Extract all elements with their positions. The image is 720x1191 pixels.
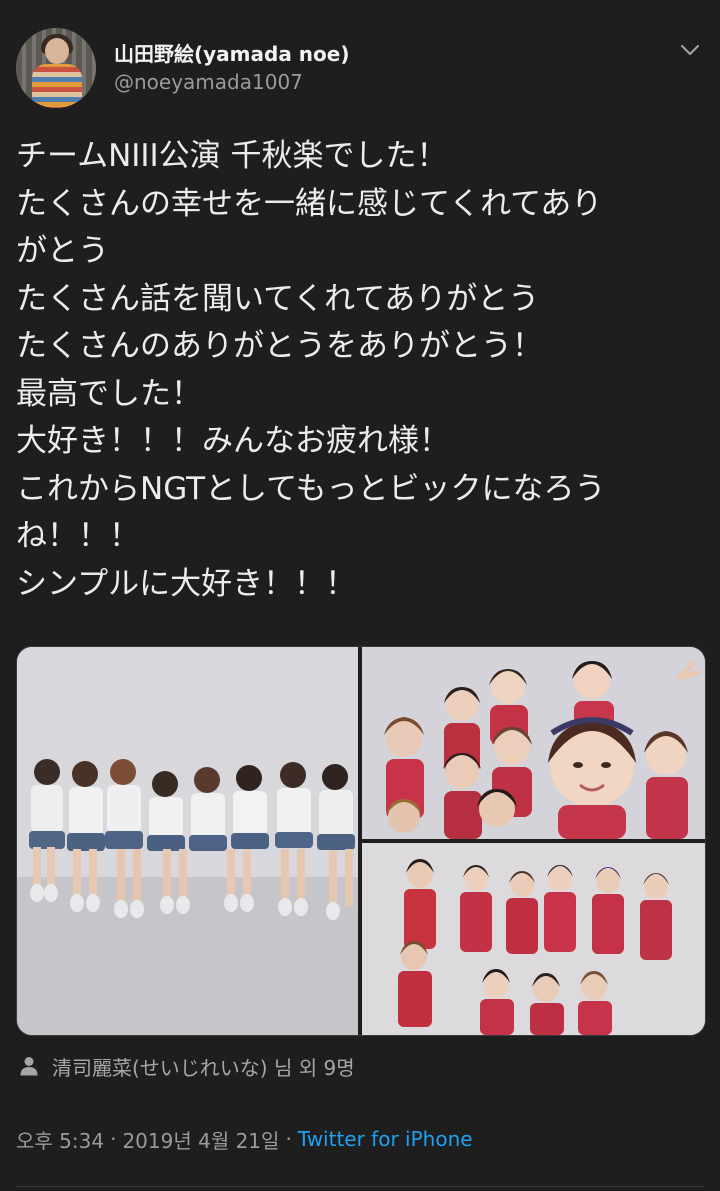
author-handle[interactable]: @noeyamada1007 bbox=[114, 70, 303, 94]
tweet-date: 2019년 4월 21일 bbox=[122, 1128, 280, 1153]
photo-group-selfie-image bbox=[362, 647, 705, 839]
photo-group-costumes-image bbox=[362, 843, 705, 1035]
photo-group-selfie[interactable] bbox=[362, 647, 705, 839]
photo-group-sitting-image bbox=[17, 647, 358, 1035]
footer-separator: · bbox=[285, 1127, 292, 1151]
media-grid bbox=[16, 646, 706, 1036]
tweet-header: 山田野絵(yamada noe) @noeyamada1007 bbox=[16, 28, 704, 108]
photo-group-costumes[interactable] bbox=[362, 843, 705, 1035]
avatar[interactable] bbox=[16, 28, 96, 108]
tagged-people[interactable]: 清司麗菜(せいじれいな) 님 외 9명 bbox=[20, 1051, 355, 1081]
footer-separator: · bbox=[110, 1127, 117, 1151]
divider bbox=[16, 1186, 704, 1187]
tweet-text: チームNIII公演 千秋楽でした！ たくさんの幸せを一緒に感じてくれてあり がと… bbox=[16, 138, 606, 602]
tweet-footer: 오후 5:34 · 2019년 4월 21일 · Twitter for iPh… bbox=[16, 1124, 473, 1154]
tagged-people-text: 清司麗菜(せいじれいな) 님 외 9명 bbox=[52, 1055, 355, 1080]
author-display-name[interactable]: 山田野絵(yamada noe) bbox=[114, 38, 349, 67]
tweet-source-link[interactable]: Twitter for iPhone bbox=[298, 1127, 473, 1151]
chevron-down-icon bbox=[680, 44, 700, 56]
photo-group-sitting[interactable] bbox=[17, 647, 358, 1035]
person-icon bbox=[20, 1056, 38, 1076]
tweet-time: 오후 5:34 bbox=[16, 1128, 105, 1153]
more-options-button[interactable] bbox=[676, 38, 704, 62]
